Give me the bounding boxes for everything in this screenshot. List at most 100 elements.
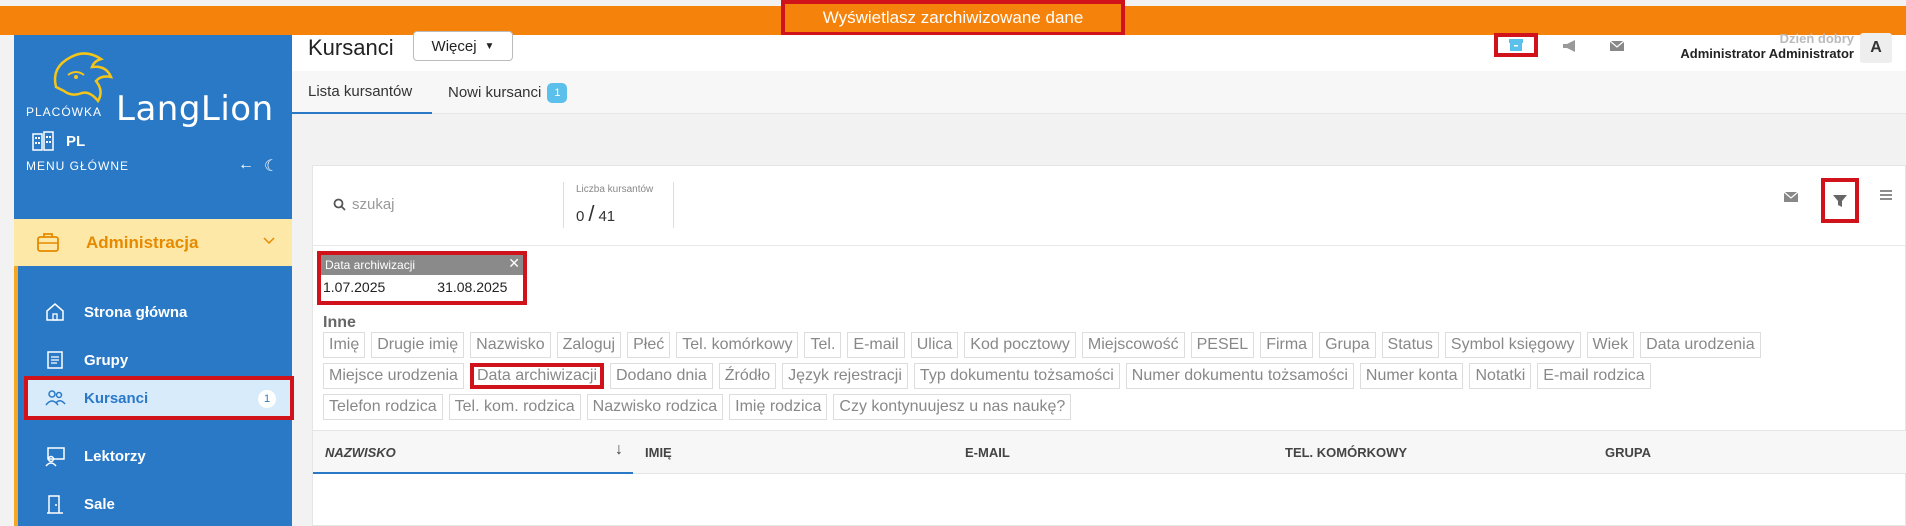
- column-option-tag[interactable]: Data archiwizacji: [469, 363, 604, 389]
- column-option-tag[interactable]: Wiek: [1586, 332, 1635, 358]
- column-option-tag[interactable]: E-mail: [847, 332, 905, 358]
- column-option-tag[interactable]: Ulica: [910, 332, 959, 358]
- column-option-tag[interactable]: Numer konta: [1359, 363, 1464, 389]
- sidebar-section-administracja[interactable]: Administracja: [14, 219, 292, 266]
- archived-data-notice: Wyświetlasz zarchiwizowane dane: [781, 0, 1125, 36]
- students-count: Liczba kursantów 0/41: [563, 182, 674, 228]
- column-option-tag[interactable]: Symbol księgowy: [1444, 332, 1581, 358]
- column-label: GRUPA: [1605, 445, 1651, 460]
- chip-values: 1.07.2025 31.08.2025: [321, 275, 523, 299]
- columns-picker-row: Telefon rodzica Tel. kom. rodzica Nazwisko…: [323, 394, 1906, 420]
- teacher-icon: [45, 447, 65, 467]
- students-card: szukaj Liczba kursantów 0/41 Data archiw…: [312, 165, 1906, 526]
- count-total: 41: [598, 208, 616, 225]
- columns-picker-row: Imię Drugie imię Nazwisko Zaloguj Płeć Tel. k…: [323, 332, 1906, 358]
- sidebar-item-label: Lektorzy: [84, 448, 146, 465]
- close-icon[interactable]: ✕: [508, 255, 520, 272]
- column-option-tag[interactable]: Nazwisko rodzica: [586, 394, 724, 420]
- filter-button[interactable]: [1821, 178, 1859, 223]
- column-option-tag[interactable]: Numer dokumentu tożsamości: [1125, 363, 1354, 389]
- sort-arrow-down-icon[interactable]: ↓: [615, 441, 623, 459]
- column-header-grupa[interactable]: GRUPA: [1605, 445, 1651, 460]
- sidebar-item-sale[interactable]: Sale: [26, 484, 292, 524]
- date-to: 31.08.2025: [437, 279, 508, 295]
- column-option-tag[interactable]: Firma: [1260, 332, 1314, 358]
- column-option-tag[interactable]: Grupa: [1319, 332, 1376, 358]
- briefcase-icon: [37, 233, 59, 252]
- search-input[interactable]: szukaj: [333, 196, 395, 213]
- column-option-tag[interactable]: E-mail rodzica: [1537, 363, 1651, 389]
- table-header: NAZWISKO ↓ IMIĘ E-MAIL TEL. KOMÓRKOWY GR…: [313, 430, 1906, 474]
- archive-toggle-button[interactable]: [1494, 33, 1538, 57]
- column-option-tag[interactable]: Typ dokumentu tożsamości: [913, 363, 1120, 389]
- search-placeholder: szukaj: [352, 196, 395, 213]
- column-option-tag[interactable]: Tel. komórkowy: [676, 332, 799, 358]
- home-icon: [46, 303, 64, 321]
- column-label: E-MAIL: [965, 445, 1010, 460]
- section-label: Administracja: [86, 233, 199, 252]
- column-option-tag[interactable]: Nazwisko: [470, 332, 551, 358]
- collapse-arrow-icon[interactable]: ←: [238, 156, 254, 176]
- column-option-tag[interactable]: Źródło: [718, 363, 777, 389]
- column-option-tag[interactable]: Miejsce urodzenia: [323, 363, 464, 389]
- page-header: Kursanci Więcej ▼ Dzień dobry Administra…: [292, 31, 1906, 71]
- sidebar-item-kursanci[interactable]: Kursanci 1: [24, 376, 294, 420]
- column-header-email[interactable]: E-MAIL: [965, 445, 1010, 460]
- column-option-tag[interactable]: PESEL: [1190, 332, 1255, 358]
- messages-button[interactable]: [1602, 35, 1632, 57]
- sidebar-item-label: Kursanci: [84, 390, 149, 407]
- users-icon: [45, 390, 66, 406]
- column-header-nazwisko[interactable]: NAZWISKO: [325, 445, 396, 460]
- column-option-tag[interactable]: Drugie imię: [371, 332, 465, 358]
- avatar[interactable]: A: [1860, 33, 1892, 63]
- column-option-tag[interactable]: Notatki: [1469, 363, 1532, 389]
- hamburger-menu-icon: [1880, 190, 1892, 200]
- page-title: Kursanci: [308, 35, 394, 60]
- column-header-imie[interactable]: IMIĘ: [645, 445, 672, 460]
- caret-down-icon: ▼: [484, 40, 495, 52]
- active-filter-chip[interactable]: Data archiwizacji ✕ 1.07.2025 31.08.2025: [317, 251, 527, 305]
- column-option-tag[interactable]: Czy kontynuujesz u nas naukę?: [833, 394, 1072, 420]
- column-option-tag[interactable]: Telefon rodzica: [323, 394, 443, 420]
- placowka-selector[interactable]: PL: [32, 131, 85, 151]
- sidebar-item-grupy[interactable]: Grupy: [26, 340, 292, 380]
- chip-header: Data archiwizacji ✕: [321, 255, 523, 275]
- more-dropdown-button[interactable]: Więcej ▼: [413, 31, 513, 61]
- columns-picker: Imię Drugie imię Nazwisko Zaloguj Płeć Tel. k…: [323, 332, 1906, 425]
- user-greeting: Dzień dobry Administrator Administrator: [1680, 31, 1854, 61]
- tabs: Lista kursantów Nowi kursanci 1: [292, 71, 1906, 114]
- tab-label: Lista kursantów: [308, 83, 413, 100]
- count-separator: /: [588, 201, 595, 226]
- placowka-value: PL: [66, 132, 86, 150]
- envelope-icon: [1783, 191, 1799, 202]
- announcements-button[interactable]: [1555, 35, 1585, 57]
- date-from: 1.07.2025: [323, 279, 386, 295]
- column-option-tag[interactable]: Dodano dnia: [610, 363, 713, 389]
- admin-accent-bar: [14, 221, 18, 526]
- column-option-tag[interactable]: Tel.: [804, 332, 842, 358]
- column-option-tag[interactable]: Język rejestracji: [782, 363, 908, 389]
- column-header-tel-komorkowy[interactable]: TEL. KOMÓRKOWY: [1285, 445, 1407, 460]
- column-option-tag[interactable]: Imię: [323, 332, 366, 358]
- filter-icon: [1833, 194, 1847, 207]
- columns-menu-button[interactable]: [1879, 188, 1893, 207]
- sidebar-item-strona-glowna[interactable]: Strona główna: [26, 292, 292, 332]
- tab-nowi-kursanci[interactable]: Nowi kursanci 1: [448, 71, 568, 114]
- sidebar-item-lektorzy[interactable]: Lektorzy: [26, 436, 292, 476]
- column-option-tag[interactable]: Data urodzenia: [1640, 332, 1761, 358]
- column-option-tag[interactable]: Płeć: [627, 332, 671, 358]
- column-option-tag[interactable]: Tel. kom. rodzica: [448, 394, 581, 420]
- column-option-tag[interactable]: Imię rodzica: [729, 394, 828, 420]
- column-option-tag[interactable]: Status: [1381, 332, 1439, 358]
- sidebar: LangLion PLACÓWKA PL MENU GŁÓWNE ← ☾ Adm…: [14, 35, 294, 526]
- column-option-tag[interactable]: Zaloguj: [556, 332, 622, 358]
- door-icon: [47, 495, 63, 514]
- count-shown: 0: [576, 208, 585, 225]
- column-option-tag[interactable]: Kod pocztowy: [964, 332, 1076, 358]
- tab-lista-kursantow[interactable]: Lista kursantów: [292, 71, 432, 114]
- mail-button[interactable]: [1783, 190, 1799, 208]
- column-option-tag[interactable]: Miejscowość: [1081, 332, 1185, 358]
- sorted-column-indicator: [313, 472, 633, 474]
- dark-mode-icon[interactable]: ☾: [264, 156, 278, 176]
- user-name: Administrator Administrator: [1680, 46, 1854, 61]
